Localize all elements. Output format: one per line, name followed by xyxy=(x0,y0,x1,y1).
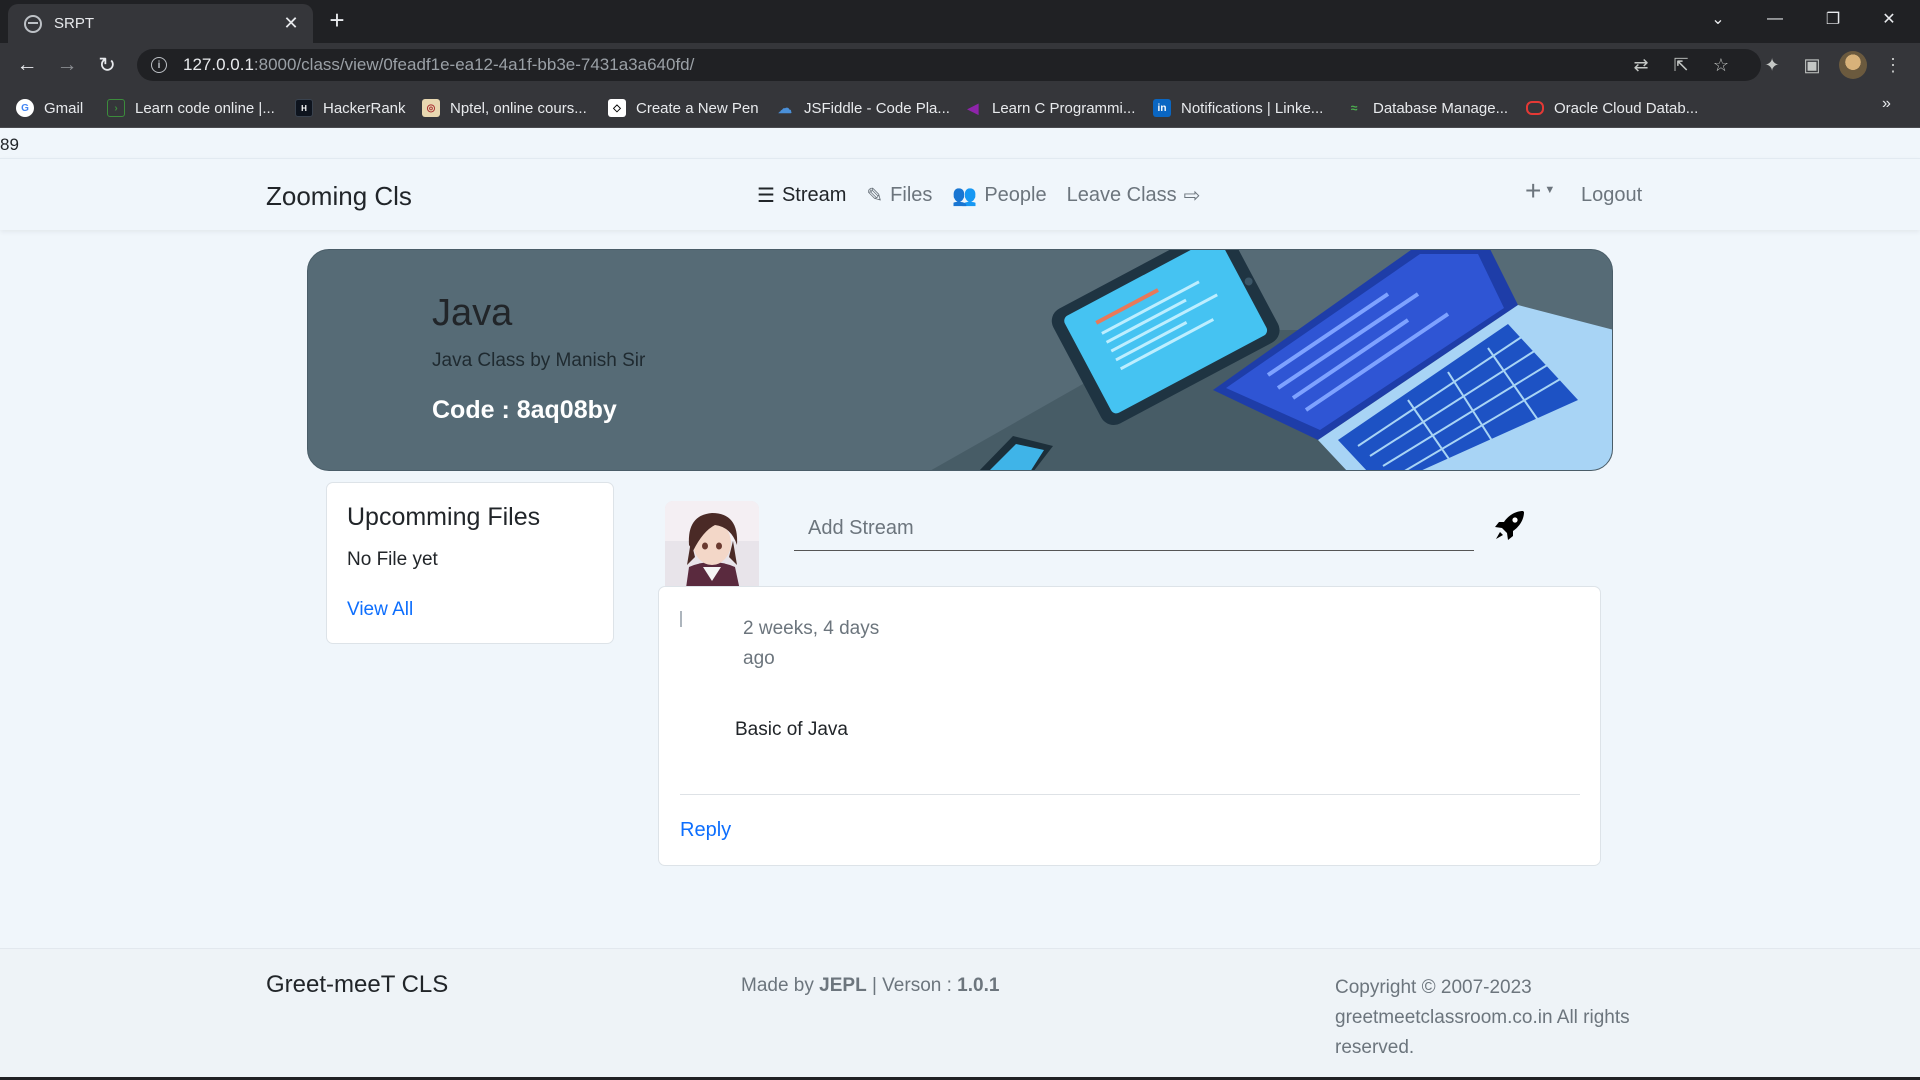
tab-title: SRPT xyxy=(54,15,95,32)
footer-brand: Greet-meeT CLS xyxy=(266,971,449,998)
view-all-link[interactable]: View All xyxy=(347,599,413,621)
codepen-icon: ◇ xyxy=(608,99,626,117)
forward-icon[interactable]: → xyxy=(53,51,81,79)
tab-search-icon[interactable]: ⌄ xyxy=(1695,0,1741,38)
url-text: 127.0.0.1:8000/class/view/0feadf1e-ea12-… xyxy=(183,55,695,74)
bookmark-jsfiddle[interactable]: ☁ JSFiddle - Code Pla... xyxy=(776,96,950,120)
nav-files[interactable]: ✎ Files xyxy=(866,183,932,208)
site-brand[interactable]: Zooming Cls xyxy=(266,181,412,212)
bookmark-codepen[interactable]: ◇ Create a New Pen xyxy=(608,96,759,120)
caret-down-icon: ▼ xyxy=(1544,184,1556,196)
google-icon: G xyxy=(16,99,34,117)
nav-links: ☰ Stream ✎ Files 👥 People Leave Class ⇨ xyxy=(757,183,1200,208)
upcoming-files-card: Upcomming Files No File yet View All xyxy=(326,482,614,644)
extensions-icon[interactable]: ✦ xyxy=(1759,52,1785,78)
profile-avatar[interactable] xyxy=(1839,51,1867,79)
reply-link[interactable]: Reply xyxy=(680,819,731,842)
no-files-text: No File yet xyxy=(347,549,438,570)
logout-link[interactable]: Logout xyxy=(1581,184,1642,207)
share-icon[interactable]: ⇱ xyxy=(1668,52,1694,78)
add-stream-input[interactable] xyxy=(794,507,1474,551)
bars-icon: ☰ xyxy=(757,185,775,207)
side-panel-icon[interactable]: ▣ xyxy=(1799,52,1825,78)
users-icon: 👥 xyxy=(952,185,978,207)
bookmark-learn-code[interactable]: › Learn code online |... xyxy=(107,96,275,120)
bookmark-linkedin[interactable]: in Notifications | Linke... xyxy=(1153,96,1323,120)
more-bookmarks-icon[interactable]: » xyxy=(1882,95,1891,113)
globe-icon xyxy=(24,14,42,33)
browser-toolbar: ← → ↻ i 127.0.0.1:8000/class/view/0feadf… xyxy=(0,43,1920,87)
class-banner: Java Java Class by Manish Sir Code : 8aq… xyxy=(307,249,1613,471)
nav-leave-class[interactable]: Leave Class ⇨ xyxy=(1067,183,1201,208)
class-subtitle: Java Class by Manish Sir xyxy=(432,350,646,371)
text-cursor xyxy=(680,611,682,627)
stray-text: 89 xyxy=(0,135,19,154)
new-tab-button[interactable]: + xyxy=(323,6,351,34)
nav-people[interactable]: 👥 People xyxy=(952,183,1046,208)
bookmark-database[interactable]: ≈ Database Manage... xyxy=(1345,96,1508,120)
sign-out-icon: ⇨ xyxy=(1183,185,1201,207)
linkedin-icon: in xyxy=(1153,99,1171,117)
post-content: Basic of Java xyxy=(735,719,848,740)
address-bar[interactable]: i 127.0.0.1:8000/class/view/0feadf1e-ea1… xyxy=(137,49,1761,81)
bookmark-programiz[interactable]: ◀ Learn C Programmi... xyxy=(964,96,1136,120)
site-info-icon[interactable]: i xyxy=(151,57,167,73)
class-title: Java xyxy=(432,292,513,334)
bookmarks-bar: G Gmail › Learn code online |... H Hacke… xyxy=(0,87,1920,128)
user-avatar xyxy=(665,501,759,595)
minimize-icon[interactable]: — xyxy=(1752,0,1798,38)
post-divider xyxy=(680,794,1580,795)
nptel-icon: ◎ xyxy=(422,99,440,117)
bookmark-star-icon[interactable]: ☆ xyxy=(1708,52,1734,78)
hackerrank-icon: H xyxy=(295,99,313,117)
bookmark-oracle[interactable]: Oracle Cloud Datab... xyxy=(1526,96,1698,120)
back-icon[interactable]: ← xyxy=(13,51,41,79)
browser-tab-bar: SRPT ✕ + ⌄ — ❐ ✕ xyxy=(0,0,1920,43)
rocket-send-icon[interactable] xyxy=(1493,508,1527,542)
close-window-icon[interactable]: ✕ xyxy=(1866,0,1912,38)
plus-icon: + xyxy=(1525,175,1542,206)
code-icon: › xyxy=(107,99,125,117)
bookmark-gmail[interactable]: G Gmail xyxy=(16,96,83,120)
class-code: Code : 8aq08by xyxy=(432,396,617,424)
nav-stream[interactable]: ☰ Stream xyxy=(757,183,846,208)
bookmark-nptel[interactable]: ◎ Nptel, online cours... xyxy=(422,96,587,120)
browser-tab[interactable]: SRPT ✕ xyxy=(8,4,313,43)
programiz-icon: ◀ xyxy=(967,99,979,116)
bookmark-hackerrank[interactable]: H HackerRank xyxy=(295,96,406,120)
add-menu-button[interactable]: + ▼ xyxy=(1525,175,1555,207)
translate-icon[interactable]: ⇄ xyxy=(1628,52,1654,78)
site-navbar: Zooming Cls ☰ Stream ✎ Files 👥 People Le… xyxy=(0,158,1920,230)
footer-copyright: Copyright © 2007-2023 greetmeetclassroom… xyxy=(1335,977,1630,1058)
jsfiddle-icon: ☁ xyxy=(778,99,792,116)
restore-icon[interactable]: ❐ xyxy=(1810,0,1856,38)
upcoming-files-title: Upcomming Files xyxy=(347,503,541,531)
database-icon: ≈ xyxy=(1350,101,1358,115)
file-edit-icon: ✎ xyxy=(866,185,884,207)
site-footer: Greet-meeT CLS Made by JEPL | Verson : 1… xyxy=(0,948,1920,1080)
reload-icon[interactable]: ↻ xyxy=(93,51,121,79)
footer-made-by: Made by JEPL | Verson : 1.0.1 xyxy=(741,975,1000,996)
tab-close-icon[interactable]: ✕ xyxy=(281,13,301,34)
stream-post-card: 2 weeks, 4 days ago Basic of Java Reply xyxy=(658,586,1601,866)
oracle-icon xyxy=(1526,101,1544,115)
post-timestamp: 2 weeks, 4 days ago xyxy=(743,618,880,669)
chrome-menu-icon[interactable]: ⋮ xyxy=(1880,52,1906,78)
